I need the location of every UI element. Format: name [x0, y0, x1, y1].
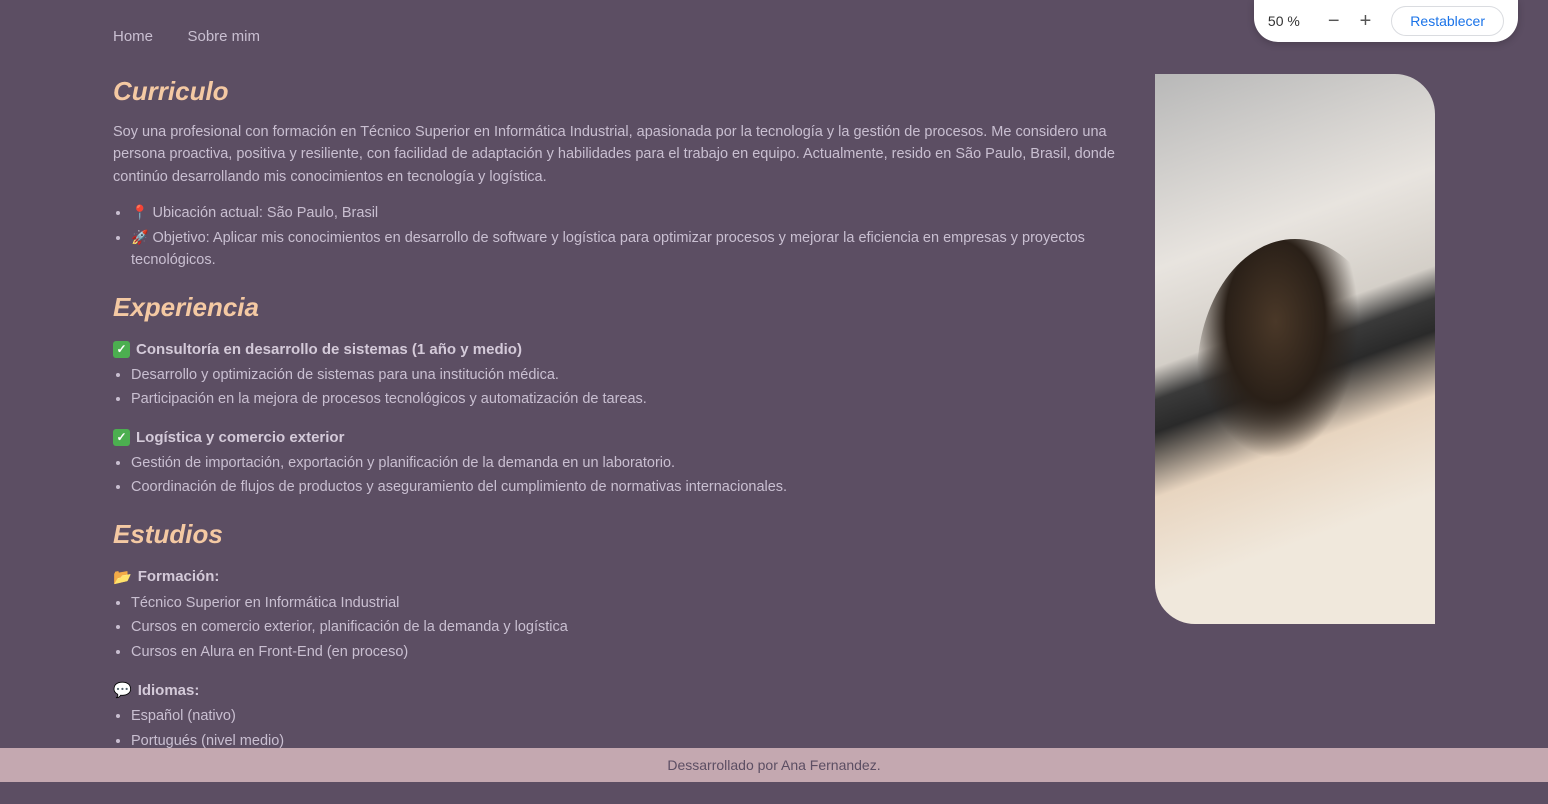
list-item: Cursos en comercio exterior, planificaci… — [131, 616, 1115, 638]
job2-bullets: Gestión de importación, exportación y pl… — [113, 452, 1115, 499]
speech-icon: 💬 — [113, 681, 132, 699]
list-item: Gestión de importación, exportación y pl… — [131, 452, 1115, 474]
curriculo-title: Curriculo — [113, 76, 1115, 107]
objective-bullet: 🚀 Objetivo: Aplicar mis conocimientos en… — [131, 227, 1115, 272]
zoom-reset-button[interactable]: Restablecer — [1391, 6, 1504, 36]
profile-photo — [1155, 74, 1435, 624]
job1-heading-text: Consultoría en desarrollo de sistemas (1… — [136, 341, 522, 358]
list-item: Coordinación de flujos de productos y as… — [131, 476, 1115, 498]
job1-heading: ✓ Consultoría en desarrollo de sistemas … — [113, 341, 1115, 358]
folder-icon: 📂 — [113, 568, 132, 586]
zoom-out-button[interactable]: − — [1328, 11, 1340, 31]
location-bullet: 📍 Ubicación actual: São Paulo, Brasil — [131, 202, 1115, 224]
job2-heading: ✓ Logística y comercio exterior — [113, 429, 1115, 446]
list-item: Desarrollo y optimización de sistemas pa… — [131, 364, 1115, 386]
check-icon: ✓ — [113, 341, 130, 358]
idiomas-heading: 💬 Idiomas: — [113, 681, 1115, 699]
main-container: Curriculo Soy una profesional con formac… — [0, 66, 1548, 785]
experiencia-title: Experiencia — [113, 292, 1115, 323]
list-item: Español (nativo) — [131, 705, 1115, 727]
formacion-heading-text: Formación: — [138, 568, 220, 585]
list-item: Participación en la mejora de procesos t… — [131, 388, 1115, 410]
zoom-in-button[interactable]: + — [1360, 11, 1372, 31]
nav-home[interactable]: Home — [113, 28, 153, 45]
list-item: Cursos en Alura en Front-End (en proceso… — [131, 641, 1115, 663]
pin-icon: 📍 — [131, 204, 148, 220]
job2-heading-text: Logística y comercio exterior — [136, 429, 344, 446]
curriculo-bullets: 📍 Ubicación actual: São Paulo, Brasil 🚀 … — [113, 202, 1115, 271]
objective-text: Objetivo: Aplicar mis conocimientos en d… — [131, 230, 1085, 268]
nav-about[interactable]: Sobre mim — [187, 28, 260, 45]
formacion-bullets: Técnico Superior en Informática Industri… — [113, 592, 1115, 663]
curriculo-intro: Soy una profesional con formación en Téc… — [113, 121, 1115, 188]
zoom-value: 50 % — [1268, 13, 1308, 29]
check-icon: ✓ — [113, 429, 130, 446]
location-text: Ubicación actual: São Paulo, Brasil — [152, 205, 378, 221]
rocket-icon: 🚀 — [131, 229, 148, 245]
job1-bullets: Desarrollo y optimización de sistemas pa… — [113, 364, 1115, 411]
footer: Dessarrollado por Ana Fernandez. — [0, 748, 1548, 782]
estudios-title: Estudios — [113, 519, 1115, 550]
formacion-heading: 📂 Formación: — [113, 568, 1115, 586]
zoom-control: 50 % − + Restablecer — [1254, 0, 1518, 42]
list-item: Técnico Superior en Informática Industri… — [131, 592, 1115, 614]
content-column: Curriculo Soy una profesional con formac… — [113, 66, 1115, 785]
idiomas-heading-text: Idiomas: — [138, 682, 200, 699]
